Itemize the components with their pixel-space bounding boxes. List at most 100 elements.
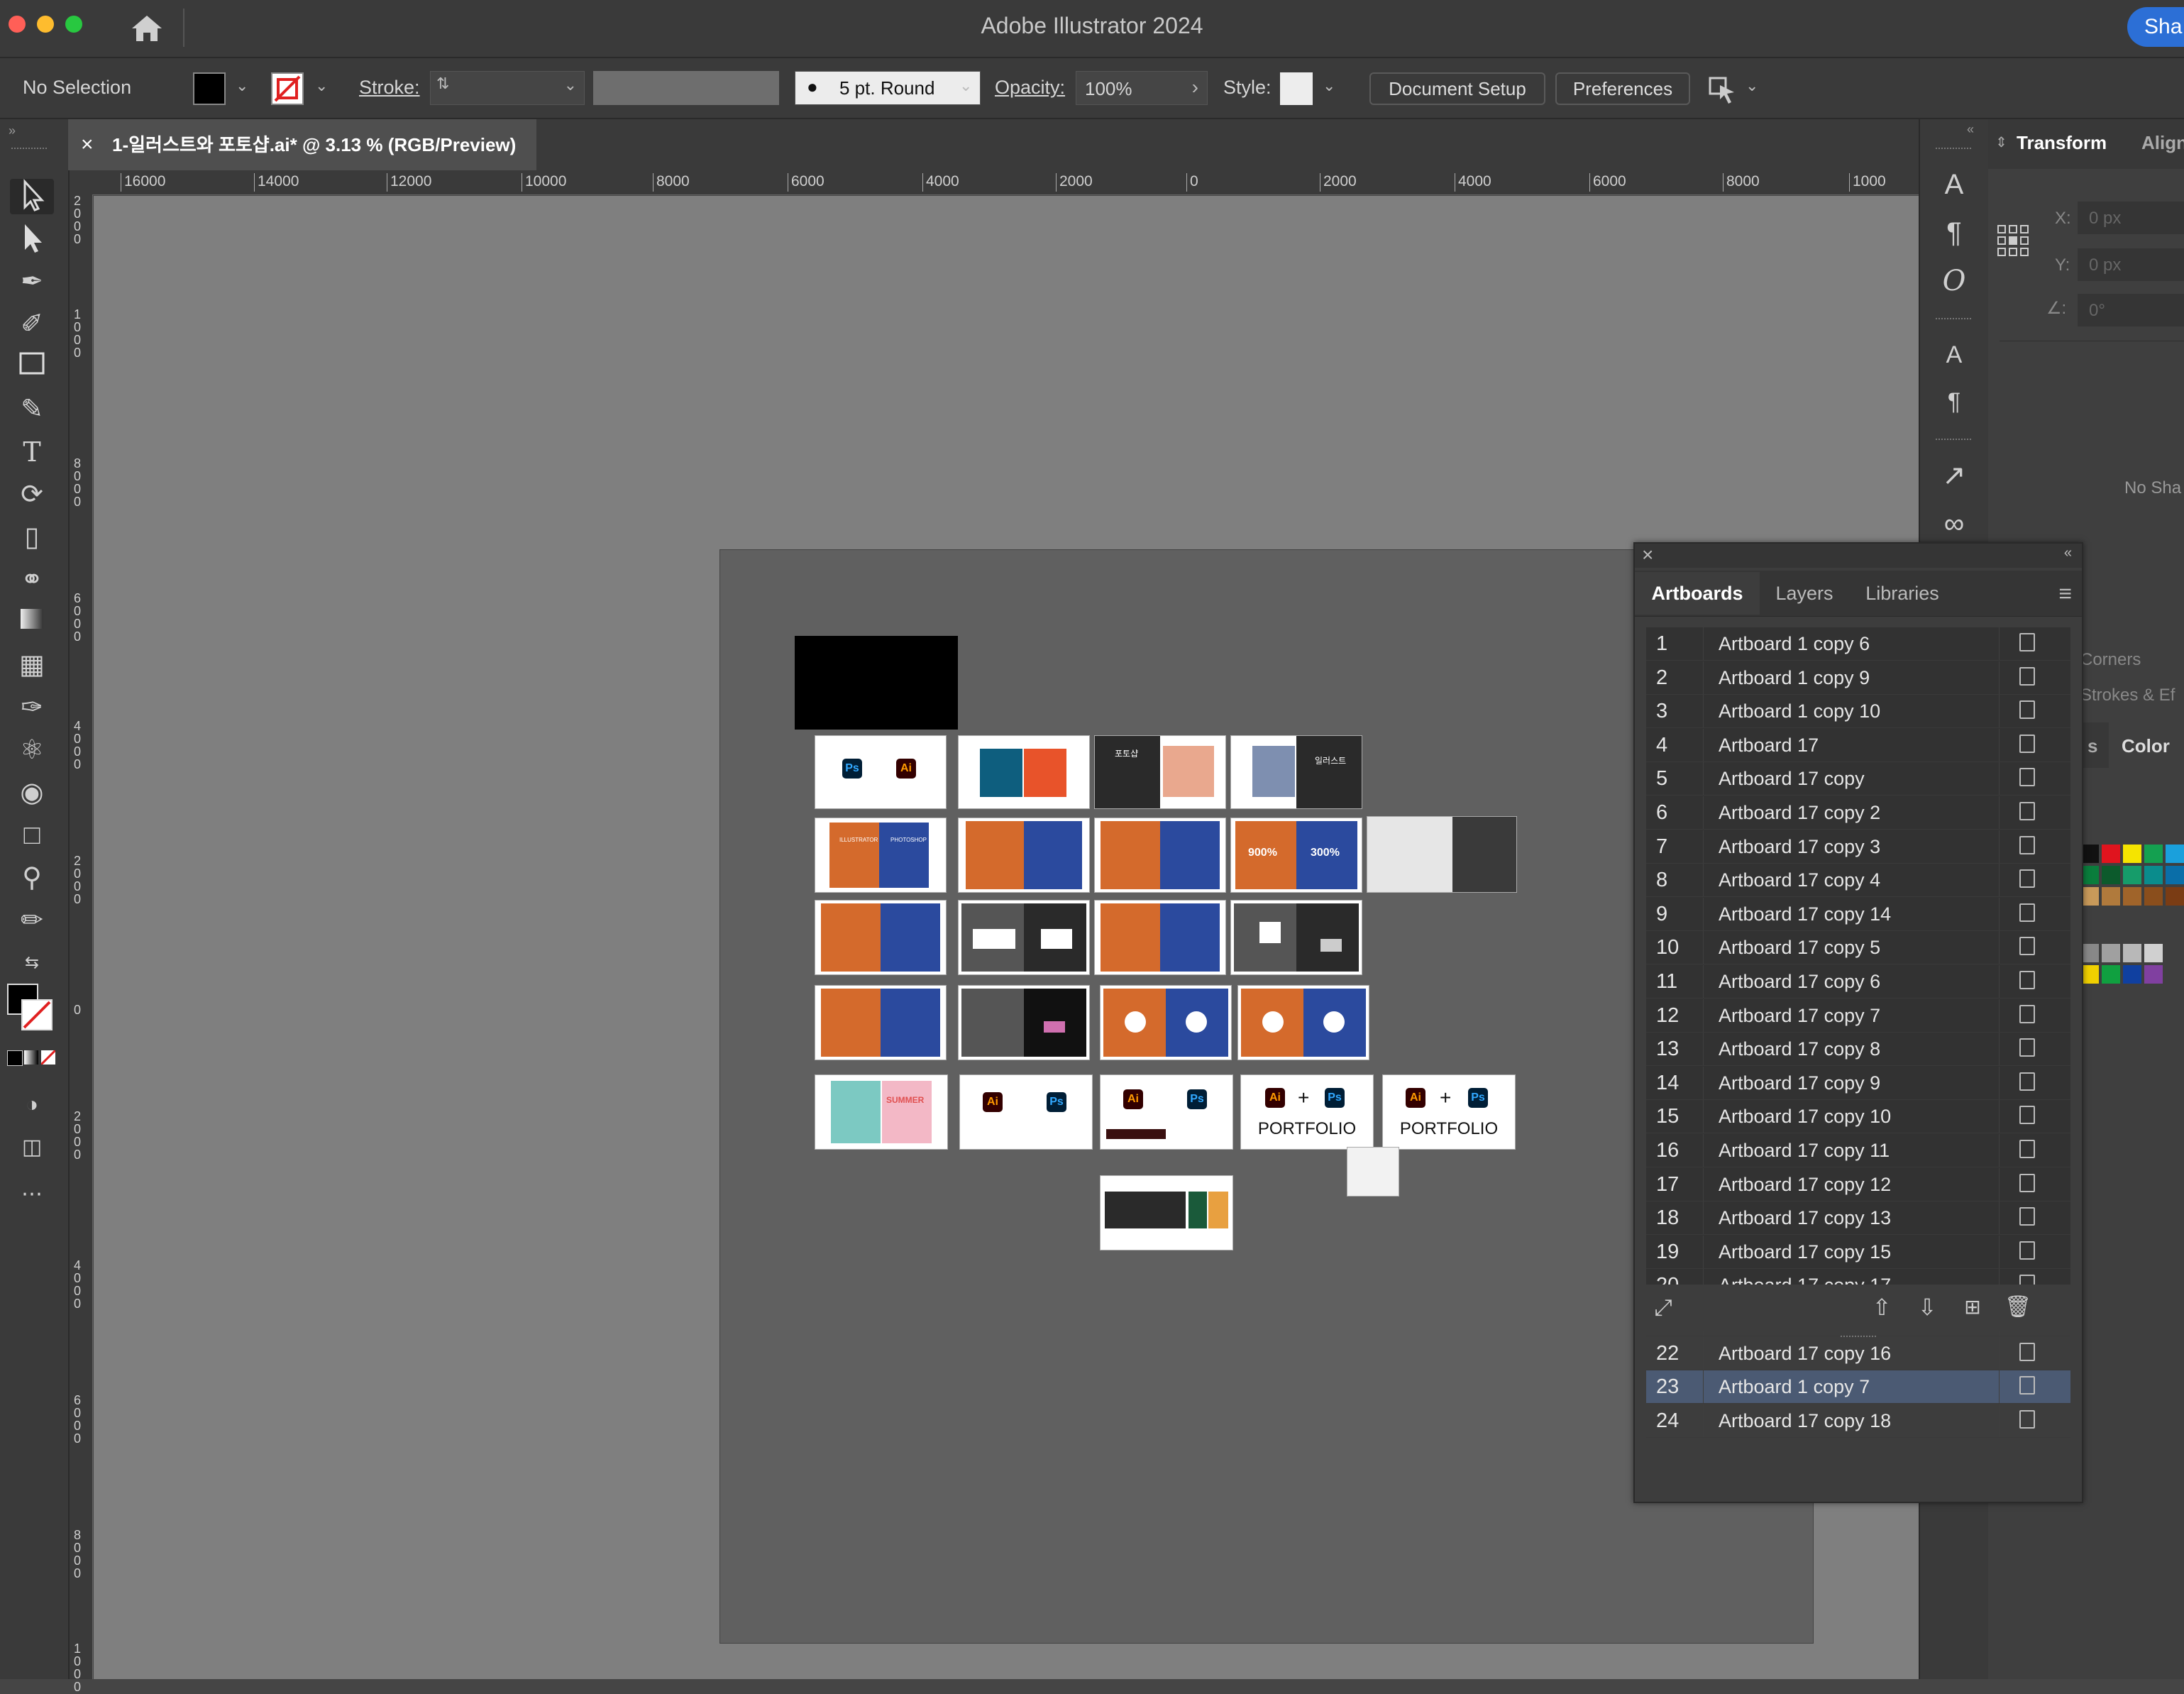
- shape-builder-tool-icon[interactable]: ◉: [10, 775, 54, 810]
- curvature-tool-icon[interactable]: ✐: [10, 307, 54, 342]
- artboard-name[interactable]: Artboard 17 copy 5: [1719, 931, 1880, 964]
- chevron-down-icon[interactable]: ⌄: [564, 76, 577, 94]
- screen-mode-icon[interactable]: ◫: [10, 1130, 54, 1165]
- artboard-row[interactable]: 4 Artboard 17: [1646, 728, 2070, 762]
- resize-grip[interactable]: [1841, 1336, 1876, 1337]
- artboard-thumb-small[interactable]: [1347, 1147, 1399, 1197]
- move-up-icon[interactable]: ⇧: [1868, 1293, 1896, 1321]
- brush-chevron-icon[interactable]: ⌄: [959, 77, 972, 95]
- artboard-row[interactable]: 12 Artboard 17 copy 7: [1646, 999, 2070, 1033]
- panel-menu-icon[interactable]: ≡: [2058, 581, 2072, 607]
- color-swatch[interactable]: [2102, 944, 2120, 962]
- artboard-name[interactable]: Artboard 17 copy 6: [1719, 965, 1880, 998]
- artboard-name[interactable]: Artboard 17 copy 2: [1719, 796, 1880, 829]
- artboard-row[interactable]: 15 Artboard 17 copy 10: [1646, 1100, 2070, 1134]
- grip-handle[interactable]: [1936, 148, 1971, 149]
- artboard-options-icon[interactable]: [2019, 633, 2035, 651]
- color-swatch[interactable]: [2166, 887, 2184, 906]
- more-tools-icon[interactable]: ⋯: [10, 1177, 54, 1212]
- artboard-tool-icon[interactable]: □: [10, 818, 54, 853]
- artboard-name[interactable]: Artboard 1 copy 7: [1719, 1370, 1870, 1403]
- artboard-options-icon[interactable]: [2019, 802, 2035, 820]
- tab-libraries[interactable]: Libraries: [1849, 572, 1956, 615]
- artboard-row[interactable]: 3 Artboard 1 copy 10: [1646, 695, 2070, 729]
- color-swatch[interactable]: [2102, 866, 2120, 884]
- artboard-row[interactable]: 5 Artboard 17 copy: [1646, 762, 2070, 796]
- artboard-options-icon[interactable]: [2019, 1207, 2035, 1226]
- opentype-panel-icon[interactable]: O: [1936, 263, 1973, 299]
- share-button[interactable]: Sha: [2127, 7, 2184, 47]
- color-swatch[interactable]: [2102, 887, 2120, 906]
- opacity-field[interactable]: 100% ›: [1076, 71, 1208, 105]
- artboard-thumb[interactable]: [1094, 900, 1226, 975]
- artboard-thumb[interactable]: SUMMER: [815, 1074, 948, 1150]
- artboard-options-icon[interactable]: [2019, 1038, 2035, 1057]
- document-tab[interactable]: × 1-일러스트와 포토샵.ai* @ 3.13 % (RGB/Preview): [68, 119, 536, 170]
- artboard-options-icon[interactable]: [2019, 768, 2035, 787]
- collapse-panel-icon[interactable]: «: [2064, 545, 2072, 561]
- artboard-name[interactable]: Artboard 1 copy 10: [1719, 695, 1880, 727]
- artboard-options-icon[interactable]: [2019, 1342, 2035, 1361]
- collapse-icon[interactable]: »: [9, 123, 16, 138]
- type-tool-icon[interactable]: T: [10, 434, 54, 470]
- artboard-thumb[interactable]: [815, 900, 947, 975]
- artboard-thumb[interactable]: Ps Ai: [815, 735, 947, 809]
- artboard-row[interactable]: 13 Artboard 17 copy 8: [1646, 1033, 2070, 1067]
- artboard-row[interactable]: 16 Artboard 17 copy 11: [1646, 1134, 2070, 1167]
- color-swatch[interactable]: [2102, 965, 2120, 984]
- pen-tool-icon[interactable]: ✒: [10, 264, 54, 299]
- artboard-options-icon[interactable]: [2019, 666, 2035, 686]
- artboard-row[interactable]: 2 Artboard 1 copy 9: [1646, 661, 2070, 695]
- x-field[interactable]: 0 px: [2078, 202, 2184, 234]
- artboard-options-icon[interactable]: [2019, 869, 2035, 889]
- artboard-thumb[interactable]: [815, 985, 947, 1060]
- lasso-tool-icon[interactable]: ⚭: [10, 562, 54, 598]
- edit-toolbar-icon[interactable]: ✏: [10, 903, 54, 938]
- artboard-options-icon[interactable]: [2019, 1376, 2035, 1395]
- tab-collapse-icon[interactable]: ⇕: [1995, 133, 2007, 151]
- brush-definition-dropdown[interactable]: ● 5 pt. Round: [795, 71, 981, 105]
- y-field[interactable]: 0 px: [2078, 248, 2184, 281]
- rotate-tool-icon[interactable]: ⟳: [10, 477, 54, 512]
- links-icon[interactable]: ∞: [1936, 505, 1973, 542]
- style-chevron-icon[interactable]: ⌄: [1323, 77, 1335, 95]
- artboard-options-icon[interactable]: [2019, 1173, 2035, 1192]
- character-panel-icon[interactable]: A: [1936, 166, 1973, 203]
- artboard-thumb[interactable]: [1100, 985, 1232, 1060]
- artboard-options-icon[interactable]: [2019, 971, 2035, 989]
- artboard-thumb[interactable]: [958, 985, 1090, 1060]
- none-mode-icon[interactable]: [40, 1049, 57, 1066]
- rectangle-tool-icon[interactable]: [10, 349, 54, 385]
- artboard-thumb[interactable]: [958, 900, 1090, 975]
- artboard-name[interactable]: Artboard 17 copy 16: [1719, 1337, 1891, 1370]
- close-panel-icon[interactable]: ×: [1642, 544, 1653, 566]
- artboard-thumb[interactable]: 900% 300%: [1230, 818, 1362, 893]
- tab-artboards[interactable]: Artboards: [1635, 572, 1760, 615]
- paragraph-panel-icon[interactable]: ¶: [1936, 214, 1973, 251]
- artboard-options-icon[interactable]: [2019, 734, 2035, 753]
- stroke-weight-field[interactable]: ⇅ ⌄: [430, 71, 585, 105]
- artboard-row[interactable]: 7 Artboard 17 copy 3: [1646, 830, 2070, 864]
- fill-swatch[interactable]: [193, 72, 226, 105]
- close-tab-icon[interactable]: ×: [81, 119, 94, 170]
- artboard-row[interactable]: 11 Artboard 17 copy 6: [1646, 965, 2070, 999]
- grip-handle[interactable]: [1936, 318, 1971, 319]
- collapse-icon[interactable]: «: [1967, 122, 1974, 137]
- document-setup-button[interactable]: Document Setup: [1369, 72, 1545, 105]
- artboard-thumb[interactable]: Ai Ps: [1100, 1074, 1233, 1150]
- color-swatch[interactable]: [2102, 845, 2120, 863]
- artboard-name[interactable]: Artboard 1 copy 9: [1719, 661, 1870, 694]
- artboard-thumb[interactable]: ILLUSTRATOR PHOTOSHOP: [815, 818, 947, 893]
- artboard-row[interactable]: 14 Artboard 17 copy 9: [1646, 1066, 2070, 1100]
- artboard-row[interactable]: 8 Artboard 17 copy 4: [1646, 864, 2070, 898]
- artboard-options-icon[interactable]: [2019, 1072, 2035, 1091]
- artboard-row[interactable]: 6 Artboard 17 copy 2: [1646, 796, 2070, 830]
- grip-handle[interactable]: [11, 148, 47, 153]
- artboard-name[interactable]: Artboard 17 copy 13: [1719, 1201, 1891, 1234]
- artboard-name[interactable]: Artboard 17 copy: [1719, 762, 1865, 795]
- artboard-name[interactable]: Artboard 17 copy 14: [1719, 898, 1891, 930]
- artboard-name[interactable]: Artboard 1 copy 6: [1719, 627, 1870, 660]
- artboard-name[interactable]: Artboard 17 copy 10: [1719, 1100, 1891, 1133]
- artboard-thumb[interactable]: [958, 818, 1090, 893]
- selection-tool-icon[interactable]: [10, 179, 54, 214]
